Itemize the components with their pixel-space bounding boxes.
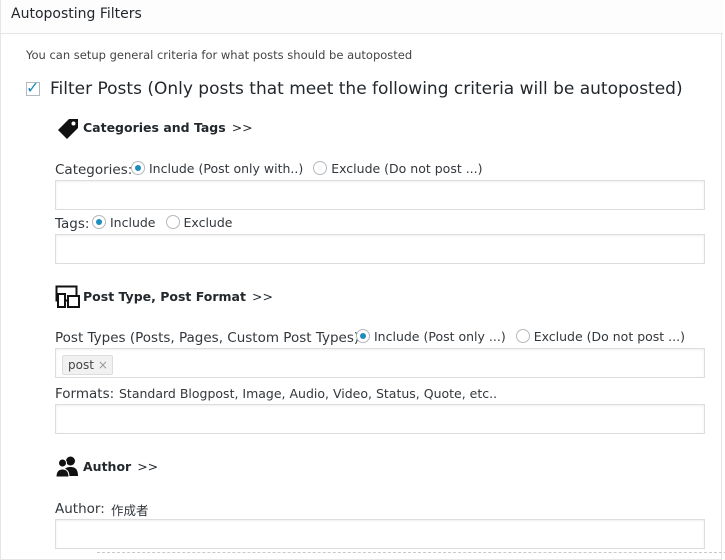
categories-exclude-label[interactable]: Exclude (Do not post ...) [331, 161, 482, 176]
author-input[interactable] [55, 519, 705, 549]
dashed-divider [97, 552, 725, 553]
post-types-include-option[interactable]: Include (Post only ...) [356, 329, 506, 344]
author-label: Author: [55, 501, 105, 517]
tags-exclude-radio[interactable] [165, 215, 180, 229]
post-types-radio-group: Include (Post only ...) Exclude (Do not … [356, 329, 691, 344]
tags-label: Tags: [55, 216, 90, 232]
categories-include-label[interactable]: Include (Post only with..) [149, 161, 303, 176]
tags-input[interactable] [55, 234, 705, 264]
section-expand-arrows[interactable]: >> [137, 459, 158, 474]
post-type-chip-label: post [68, 358, 94, 372]
section-expand-arrows[interactable]: >> [252, 289, 273, 304]
formats-hint: Standard Blogpost, Image, Audio, Video, … [119, 386, 498, 401]
categories-exclude-option[interactable]: Exclude (Do not post ...) [313, 161, 483, 176]
tags-include-radio[interactable] [92, 215, 106, 229]
tags-exclude-option[interactable]: Exclude [165, 215, 233, 230]
tags-radio-group: Include Exclude [92, 215, 238, 230]
post-types-exclude-option[interactable]: Exclude (Do not post ...) [515, 329, 685, 344]
post-types-input[interactable]: post × [55, 348, 705, 378]
tags-include-option[interactable]: Include [92, 215, 156, 230]
categories-include-option[interactable]: Include (Post only with..) [131, 161, 303, 176]
panel-header: Autoposting Filters [1, 0, 723, 34]
chip-remove-icon[interactable]: × [98, 358, 108, 372]
post-types-label: Post Types (Posts, Pages, Custom Post Ty… [55, 330, 364, 346]
section-author-title: Author [83, 459, 132, 474]
intro-text: You can setup general criteria for what … [26, 48, 413, 62]
autoposting-filters-panel: Autoposting Filters You can setup genera… [0, 0, 725, 560]
filter-posts-checkbox[interactable]: ✓ [26, 78, 40, 97]
categories-label: Categories: [55, 162, 133, 178]
tags-exclude-label[interactable]: Exclude [184, 215, 233, 230]
devices-icon [55, 285, 80, 308]
categories-input[interactable] [55, 180, 705, 210]
post-types-include-label[interactable]: Include (Post only ...) [374, 329, 506, 344]
checkmark-icon: ✓ [26, 78, 40, 97]
author-hint: 作成者 [111, 503, 149, 518]
categories-include-radio[interactable] [131, 161, 145, 175]
formats-input[interactable] [55, 404, 705, 434]
tags-include-label[interactable]: Include [110, 215, 156, 230]
section-expand-arrows[interactable]: >> [232, 120, 253, 135]
section-categories-tags-title: Categories and Tags [83, 120, 226, 135]
post-types-exclude-radio[interactable] [515, 329, 530, 343]
post-type-chip: post × [62, 355, 113, 375]
section-post-type-title: Post Type, Post Format [83, 289, 246, 304]
filter-posts-label[interactable]: Filter Posts (Only posts that meet the f… [50, 79, 683, 99]
formats-label: Formats: [55, 386, 115, 402]
categories-exclude-radio[interactable] [313, 161, 328, 175]
panel-title: Autoposting Filters [11, 6, 142, 22]
post-types-include-radio[interactable] [356, 329, 370, 343]
categories-radio-group: Include (Post only with..) Exclude (Do n… [131, 161, 489, 176]
post-types-exclude-label[interactable]: Exclude (Do not post ...) [534, 329, 685, 344]
users-icon [55, 456, 78, 478]
tag-icon [58, 119, 78, 139]
